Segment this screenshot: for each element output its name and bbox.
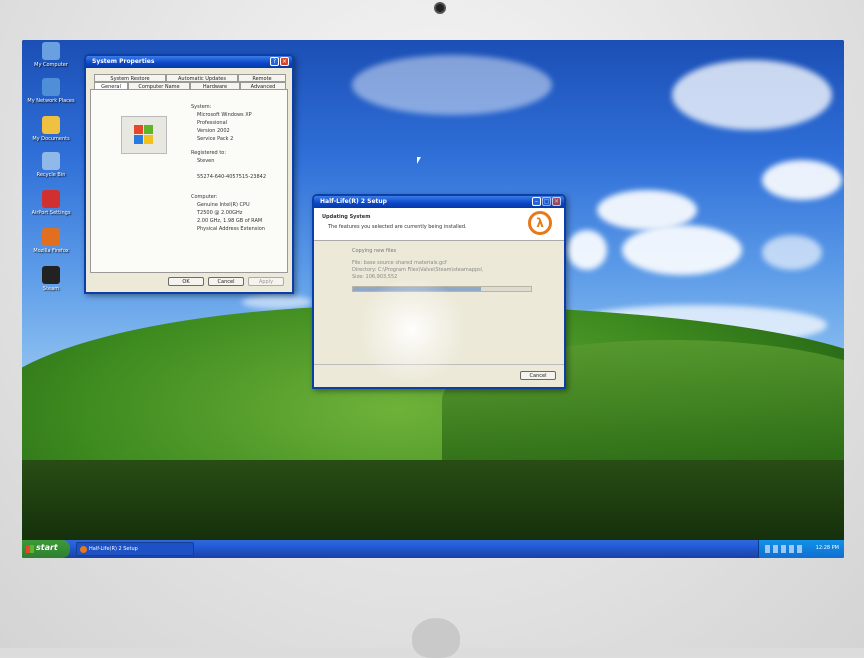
- windows-flag-icon: [26, 545, 34, 553]
- maximize-icon[interactable]: □: [542, 197, 551, 206]
- tray-icons[interactable]: [765, 545, 805, 553]
- desktop-icon-label: My Documents: [32, 136, 70, 142]
- setup-header: Updating System The features you selecte…: [314, 208, 564, 241]
- close-icon[interactable]: ×: [280, 57, 289, 66]
- desktop-icon-label: Steam: [42, 286, 60, 292]
- minimize-icon[interactable]: –: [532, 197, 541, 206]
- network-icon: [42, 78, 60, 96]
- system-line: Version 2002: [197, 128, 230, 134]
- desktop-icon[interactable]: My Network Places: [26, 78, 76, 104]
- system-heading: System:: [191, 104, 212, 110]
- desktop-icon-label: Recycle Bin: [36, 172, 66, 178]
- file-label: File: base source shared materials.gcf: [352, 260, 447, 266]
- computer-line: Genuine Intel(R) CPU: [197, 202, 250, 208]
- half-life-lambda-icon: λ: [528, 211, 552, 235]
- setup-title: Half-Life(R) 2 Setup: [320, 198, 387, 205]
- taskbar-item-setup[interactable]: Half-Life(R) 2 Setup: [76, 542, 194, 556]
- apple-logo-icon: [412, 618, 460, 658]
- setup-header-subtitle: The features you selected are currently …: [328, 224, 467, 230]
- registered-line: Steven: [197, 158, 215, 164]
- desktop-icon-label: My Computer: [34, 62, 68, 68]
- size-label: Size: 106,903,552: [352, 274, 398, 280]
- system-properties-titlebar[interactable]: System Properties ? ×: [86, 56, 292, 68]
- desktop-icon[interactable]: My Computer: [26, 42, 76, 68]
- computer-line: Physical Address Extension: [197, 226, 265, 232]
- firefox-icon: [42, 228, 60, 246]
- system-line: Service Pack 2: [197, 136, 234, 142]
- setup-task-icon: [80, 546, 87, 553]
- recycle-bin-icon: [42, 152, 60, 170]
- general-panel: System: Microsoft Windows XP Professiona…: [90, 89, 288, 273]
- tab-remote[interactable]: Remote: [238, 74, 286, 82]
- system-tray: 12:28 PM: [758, 540, 844, 558]
- directory-label: Directory: C:\Program Files\Valve\Steam\…: [352, 267, 483, 273]
- setup-cancel-button[interactable]: Cancel: [520, 371, 556, 380]
- system-line: Professional: [197, 120, 228, 126]
- apply-button[interactable]: Apply: [248, 277, 284, 286]
- desktop-icon-label: My Network Places: [27, 98, 75, 104]
- folder-icon: [42, 116, 60, 134]
- mouse-cursor-icon: [417, 157, 421, 164]
- setup-titlebar[interactable]: Half-Life(R) 2 Setup – □ ×: [314, 196, 564, 208]
- computer-line: 2.00 GHz, 1.98 GB of RAM: [197, 218, 263, 224]
- desktop-icon[interactable]: My Documents: [26, 116, 76, 142]
- steam-icon: [42, 266, 60, 284]
- start-button[interactable]: start: [22, 540, 70, 558]
- desktop-icon-label: Mozilla Firefox: [33, 248, 69, 254]
- window-title: System Properties: [92, 58, 155, 65]
- registered-line: 55274-640-4057515-23842: [197, 174, 267, 180]
- system-line: Microsoft Windows XP: [197, 112, 252, 118]
- setup-header-title: Updating System: [322, 214, 371, 220]
- camera-icon: [434, 2, 446, 14]
- desktop-icon-label: AirPort Settings: [31, 210, 71, 216]
- desktop-icon[interactable]: AirPort Settings: [26, 190, 76, 216]
- cancel-button[interactable]: Cancel: [208, 277, 244, 286]
- copy-status: Copying new files: [352, 248, 397, 254]
- close-icon[interactable]: ×: [552, 197, 561, 206]
- windows-logo-icon: [121, 116, 167, 154]
- desktop-icon[interactable]: Steam: [26, 266, 76, 292]
- computer-line: T2500 @ 2.00GHz: [197, 210, 243, 216]
- clock: 12:28 PM: [815, 545, 839, 551]
- help-icon[interactable]: ?: [270, 57, 279, 66]
- computer-icon: [42, 42, 60, 60]
- desktop-icon[interactable]: Recycle Bin: [26, 152, 76, 178]
- registered-heading: Registered to:: [191, 150, 227, 156]
- tab-system-restore[interactable]: System Restore: [94, 74, 166, 82]
- screen: My Computer My Network Places My Documents…: [22, 40, 844, 558]
- ok-button[interactable]: OK: [168, 277, 204, 286]
- airport-icon: [42, 190, 60, 208]
- computer-heading: Computer:: [191, 194, 218, 200]
- tab-automatic-updates[interactable]: Automatic Updates: [166, 74, 238, 82]
- taskbar: start Half-Life(R) 2 Setup 12:28 PM: [22, 540, 844, 558]
- task-label: Half-Life(R) 2 Setup: [89, 546, 138, 552]
- camera-flash-glare: [352, 280, 472, 380]
- desktop-icon[interactable]: Mozilla Firefox: [26, 228, 76, 254]
- start-label: start: [36, 543, 58, 552]
- system-properties-window[interactable]: System Properties ? × System Restore Aut…: [84, 54, 294, 294]
